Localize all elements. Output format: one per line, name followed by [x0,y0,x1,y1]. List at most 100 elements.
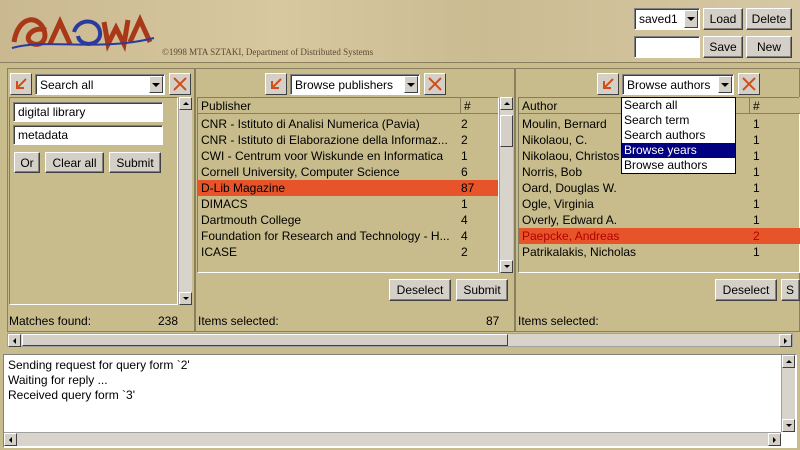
scroll-down-icon[interactable] [500,260,513,273]
delete-button[interactable]: Delete [746,8,792,30]
publishers-mode-select[interactable]: Browse publishers [290,74,420,95]
scroll-up-icon[interactable] [500,97,513,110]
table-row[interactable]: Overly, Edward A. 1 [519,212,800,228]
scroll-down-icon[interactable] [179,292,192,305]
publisher-name-cell: Dartmouth College [201,213,302,227]
table-row[interactable]: Dartmouth College 4 [198,212,498,228]
scroll-right-icon[interactable] [779,334,792,347]
publisher-name-cell: Foundation for Research and Technology -… [201,229,450,243]
search-term-input-2[interactable]: metadata [13,125,163,145]
search-term-input-1[interactable]: digital library [13,102,163,122]
author-count-header[interactable]: # [749,97,760,114]
scroll-left-icon[interactable] [8,334,21,347]
table-row[interactable]: CNR - Istituto di Analisi Numerica (Pavi… [198,116,498,132]
publisher-count-cell: 2 [461,117,468,131]
search-mode-select[interactable]: Search all [35,74,165,95]
publishers-items-label: Items selected: [198,314,279,328]
table-row[interactable]: D-Lib Magazine 87 [198,180,498,196]
hscroll-thumb[interactable] [22,334,508,346]
new-button[interactable]: New [746,36,792,58]
select-all-arrow-icon[interactable] [10,73,32,95]
select-all-arrow-icon[interactable] [265,73,287,95]
table-row[interactable]: Cornell University, Computer Science 6 [198,164,498,180]
log-vscrollbar[interactable] [781,355,795,432]
publishers-scrollbar[interactable] [499,97,513,273]
log-line: Waiting for reply ... [8,373,108,387]
publisher-name-cell: Cornell University, Computer Science [201,165,400,179]
publishers-header: Publisher # [198,97,498,114]
publisher-name-cell: ICASE [201,245,238,259]
select-all-arrow-icon[interactable] [597,73,619,95]
author-column-header[interactable]: Author [519,99,557,113]
saved-query-select[interactable]: saved1 [634,8,700,30]
dropdown-option-browse-authors[interactable]: Browse authors [622,158,735,173]
clear-all-button[interactable]: Clear all [45,152,104,173]
credit-text: ©1998 MTA SZTAKI, Department of Distribu… [162,47,374,57]
query-name-input[interactable] [634,36,700,58]
chevron-down-icon[interactable] [404,76,418,93]
publisher-name-cell: CNR - Istituto di Elaborazione della Inf… [201,133,448,147]
table-row[interactable]: DIMACS 1 [198,196,498,212]
panels-hscrollbar[interactable] [7,333,793,347]
log-hscrollbar[interactable] [4,432,781,446]
publisher-name-cell: DIMACS [201,197,248,211]
chevron-down-icon[interactable] [718,76,732,93]
dropdown-option-search-term[interactable]: Search term [622,113,735,128]
search-submit-button[interactable]: Submit [109,152,161,173]
publishers-items-count: 87 [486,314,500,328]
table-row[interactable]: Patrikalakis, Nicholas 1 [519,244,800,260]
publisher-name-cell: D-Lib Magazine [201,181,286,195]
scroll-left-icon[interactable] [4,433,17,446]
authors-mode-select[interactable]: Browse authors [622,74,734,95]
saved-query-value: saved1 [639,12,678,26]
close-panel-icon[interactable] [169,73,191,95]
search-mode-value: Search all [40,77,94,92]
publisher-count-cell: 2 [461,245,468,259]
publisher-count-cell: 6 [461,165,468,179]
authors-deselect-button[interactable]: Deselect [715,279,777,301]
aqua-logo [11,13,155,52]
chevron-down-icon[interactable] [149,76,163,93]
dropdown-option-search-all[interactable]: Search all [622,98,735,113]
publishers-deselect-button[interactable]: Deselect [389,279,451,301]
table-row[interactable]: Ogle, Virginia 1 [519,196,800,212]
author-name-cell: Overly, Edward A. [522,213,618,227]
publisher-count-header[interactable]: # [460,97,471,114]
author-count-cell: 1 [753,213,760,227]
table-row[interactable]: Foundation for Research and Technology -… [198,228,498,244]
author-name-cell: Ogle, Virginia [522,197,594,211]
table-row[interactable]: CNR - Istituto di Elaborazione della Inf… [198,132,498,148]
chevron-down-icon[interactable] [684,10,698,28]
author-count-cell: 1 [753,165,760,179]
or-button[interactable]: Or [14,152,40,173]
close-panel-icon[interactable] [738,73,760,95]
scroll-right-icon[interactable] [768,433,781,446]
publisher-column-header[interactable]: Publisher [198,99,251,113]
author-count-cell: 1 [753,149,760,163]
author-count-cell: 1 [753,245,760,259]
author-count-cell: 1 [753,197,760,211]
table-row[interactable]: ICASE 2 [198,244,498,260]
scroll-thumb[interactable] [500,115,513,147]
scroll-up-icon[interactable] [782,355,795,368]
log-line: Sending request for query form `2' [8,358,190,372]
table-row[interactable]: Oard, Douglas W. 1 [519,180,800,196]
dropdown-option-search-authors[interactable]: Search authors [622,128,735,143]
table-row[interactable]: Paepcke, Andreas 2 [519,228,800,244]
author-count-cell: 1 [753,117,760,131]
publisher-count-cell: 87 [461,181,475,195]
scroll-down-icon[interactable] [782,419,795,432]
load-button[interactable]: Load [703,8,743,30]
publisher-name-cell: CNR - Istituto di Analisi Numerica (Pavi… [201,117,420,131]
publishers-submit-button[interactable]: Submit [456,279,508,301]
authors-mode-value: Browse authors [627,77,711,92]
table-row[interactable]: CWI - Centrum voor Wiskunde en Informati… [198,148,498,164]
authors-submit-button[interactable]: S [781,279,800,301]
authors-mode-dropdown[interactable]: Search all Search term Search authors Br… [621,97,736,174]
close-panel-icon[interactable] [424,73,446,95]
scroll-up-icon[interactable] [179,97,192,110]
search-scrollbar[interactable] [178,97,192,305]
dropdown-option-browse-years[interactable]: Browse years [622,143,735,158]
save-button[interactable]: Save [703,36,743,58]
author-count-cell: 1 [753,181,760,195]
